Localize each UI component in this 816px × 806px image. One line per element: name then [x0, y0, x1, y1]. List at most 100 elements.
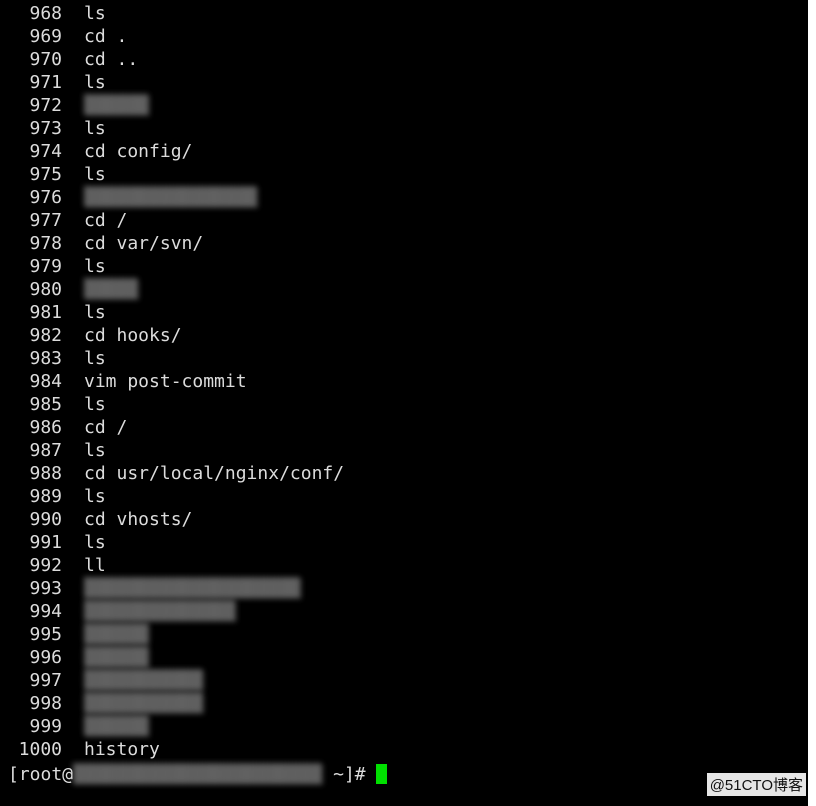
history-number: 976	[29, 187, 62, 208]
history-line: 979 ls	[0, 255, 808, 278]
history-number: 997	[29, 670, 62, 691]
history-number: 979	[29, 256, 62, 277]
history-command: ls	[84, 118, 106, 139]
history-line: 983 ls	[0, 347, 808, 370]
history-line: 988 cd usr/local/nginx/conf/	[0, 462, 808, 485]
redacted-command: ▒▒▒▒▒▒	[84, 95, 150, 116]
history-line: 982 cd hooks/	[0, 324, 808, 347]
history-command: ls	[84, 532, 106, 553]
history-command: cd vhosts/	[84, 509, 193, 530]
history-command: ls	[84, 72, 106, 93]
history-line: 971 ls	[0, 71, 808, 94]
history-number: 984	[29, 371, 62, 392]
terminal-window[interactable]: 968 ls 969 cd . 970 cd .. 971 ls 972 ▒▒▒▒▒▒ 973 ls 9…	[0, 0, 808, 806]
terminal-cursor	[375, 764, 387, 784]
history-command: ll	[84, 555, 106, 576]
history-number: 985	[29, 394, 62, 415]
history-number: 973	[29, 118, 62, 139]
command-prompt[interactable]: [root@ ▒▒▒▒▒▒▒▒▒▒▒▒▒▒▒▒▒▒▒▒▒▒▒ ~]#	[0, 761, 808, 787]
history-line: 991 ls	[0, 531, 808, 554]
history-number: 968	[29, 3, 62, 24]
history-line: 984 vim post-commit	[0, 370, 808, 393]
history-list: 968 ls 969 cd . 970 cd .. 971 ls 972 ▒▒▒▒▒▒ 973 ls 9…	[0, 2, 808, 761]
history-line: 1000 history	[0, 738, 808, 761]
history-line: 987 ls	[0, 439, 808, 462]
history-command: cd config/	[84, 141, 193, 162]
history-command: history	[84, 739, 160, 760]
history-number: 980	[29, 279, 62, 300]
history-number: 988	[29, 463, 62, 484]
history-number: 972	[29, 95, 62, 116]
history-number: 977	[29, 210, 62, 231]
redacted-command: ▒▒▒▒▒▒▒▒▒▒▒▒▒▒▒▒▒▒▒▒	[84, 578, 301, 599]
history-number: 996	[29, 647, 62, 668]
history-command: ls	[84, 3, 106, 24]
history-number: 981	[29, 302, 62, 323]
history-line: 990 cd vhosts/	[0, 508, 808, 531]
history-number: 986	[29, 417, 62, 438]
history-command: cd /	[84, 210, 128, 231]
history-line: 972 ▒▒▒▒▒▒	[0, 94, 808, 117]
history-number: 994	[29, 601, 62, 622]
history-line: 993 ▒▒▒▒▒▒▒▒▒▒▒▒▒▒▒▒▒▒▒▒	[0, 577, 808, 600]
history-number: 991	[29, 532, 62, 553]
redacted-command: ▒▒▒▒▒▒	[84, 624, 150, 645]
history-line: 975 ls	[0, 163, 808, 186]
history-line: 973 ls	[0, 117, 808, 140]
history-number: 975	[29, 164, 62, 185]
history-command: ls	[84, 164, 106, 185]
history-number: 969	[29, 26, 62, 47]
redacted-command: ▒▒▒▒▒▒▒▒▒▒▒▒▒▒▒▒	[84, 187, 258, 208]
history-command: cd var/svn/	[84, 233, 204, 254]
redacted-command: ▒▒▒▒▒▒▒▒▒▒▒	[84, 670, 204, 691]
history-command: ls	[84, 440, 106, 461]
history-line: 997 ▒▒▒▒▒▒▒▒▒▒▒	[0, 669, 808, 692]
history-number: 990	[29, 509, 62, 530]
history-line: 970 cd ..	[0, 48, 808, 71]
prompt-suffix: ~]#	[322, 763, 366, 785]
history-line: 981 ls	[0, 301, 808, 324]
history-command: cd hooks/	[84, 325, 182, 346]
history-command: ls	[84, 256, 106, 277]
history-number: 983	[29, 348, 62, 369]
history-line: 968 ls	[0, 2, 808, 25]
history-number: 982	[29, 325, 62, 346]
history-command: ls	[84, 394, 106, 415]
history-number: 1000	[18, 739, 62, 760]
history-number: 978	[29, 233, 62, 254]
watermark: @51CTO博客	[706, 773, 806, 796]
history-number: 993	[29, 578, 62, 599]
redacted-command: ▒▒▒▒▒▒	[84, 647, 150, 668]
history-line: 994 ▒▒▒▒▒▒▒▒▒▒▒▒▒▒	[0, 600, 808, 623]
redacted-command: ▒▒▒▒▒▒▒▒▒▒▒▒▒▒	[84, 601, 236, 622]
history-line: 974 cd config/	[0, 140, 808, 163]
history-command: ls	[84, 486, 106, 507]
history-line: 980 ▒▒▒▒▒	[0, 278, 808, 301]
history-line: 985 ls	[0, 393, 808, 416]
history-number: 998	[29, 693, 62, 714]
history-command: cd ..	[84, 49, 139, 70]
history-command: cd /	[84, 417, 128, 438]
history-command: cd .	[84, 26, 128, 47]
history-number: 970	[29, 49, 62, 70]
history-line: 999 ▒▒▒▒▒▒	[0, 715, 808, 738]
history-line: 992 ll	[0, 554, 808, 577]
history-line: 989 ls	[0, 485, 808, 508]
redacted-command: ▒▒▒▒▒▒	[84, 716, 150, 737]
history-line: 969 cd .	[0, 25, 808, 48]
history-number: 987	[29, 440, 62, 461]
redacted-command: ▒▒▒▒▒▒▒▒▒▒▒	[84, 693, 204, 714]
history-line: 986 cd /	[0, 416, 808, 439]
history-number: 971	[29, 72, 62, 93]
history-command: ls	[84, 302, 106, 323]
history-line: 996 ▒▒▒▒▒▒	[0, 646, 808, 669]
prompt-prefix: [root@	[8, 763, 74, 785]
history-number: 989	[29, 486, 62, 507]
history-number: 999	[29, 716, 62, 737]
redacted-hostname: ▒▒▒▒▒▒▒▒▒▒▒▒▒▒▒▒▒▒▒▒▒▒▒	[73, 763, 323, 785]
history-command: ls	[84, 348, 106, 369]
history-command: cd usr/local/nginx/conf/	[84, 463, 345, 484]
history-line: 998 ▒▒▒▒▒▒▒▒▒▒▒	[0, 692, 808, 715]
history-line: 978 cd var/svn/	[0, 232, 808, 255]
history-line: 976 ▒▒▒▒▒▒▒▒▒▒▒▒▒▒▒▒	[0, 186, 808, 209]
